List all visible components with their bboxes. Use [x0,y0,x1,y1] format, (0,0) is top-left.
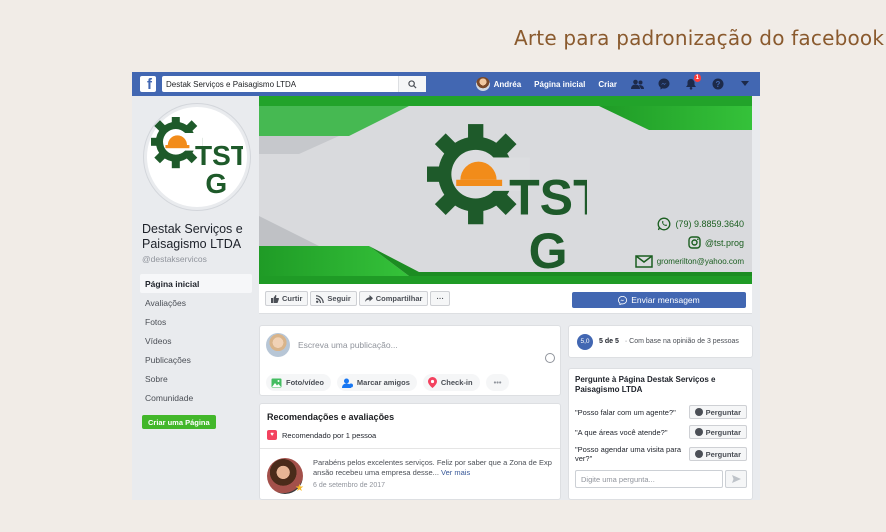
whatsapp-icon [657,217,671,230]
home-link[interactable]: Página inicial [534,80,585,89]
question-text: "A que áreas você atende?" [575,427,668,437]
share-icon [364,294,373,302]
question-input[interactable]: Digite uma pergunta... [575,470,723,488]
recommended-summary: ♥ Recomendado por 1 pessoa [267,430,376,440]
avatar [475,77,490,91]
search-icon [408,79,417,89]
ask-button[interactable]: Perguntar [688,425,747,439]
recommend-icon: ♥ [267,430,277,440]
cover-photo[interactable]: TST G (79) 9.8859.3640 @tst.prog gromeri… [259,96,752,284]
post-composer: Escreva uma publicação... Foto/vídeo Mar… [259,325,561,396]
see-more-link[interactable]: Ver mais [441,468,470,477]
emoji-icon[interactable] [545,353,555,363]
nav-item-posts[interactable]: Publicações [140,350,252,369]
review-date[interactable]: 6 de setembro de 2017 [313,482,385,489]
search-value: Destak Serviços e Paisagismo LTDA [166,79,297,89]
help-icon[interactable]: ? [711,77,725,91]
ask-button[interactable]: Perguntar [688,405,747,419]
thumbs-up-icon [271,294,279,303]
nav-item-photos[interactable]: Fotos [140,312,252,331]
instagram-icon [688,236,701,249]
photo-icon [271,378,282,387]
cover-logo-icon: TST G [427,124,587,279]
svg-text:G: G [529,223,568,279]
divider [260,448,560,449]
tag-friends-icon [341,378,353,388]
contact-email: gromerilton@yahoo.com [634,252,744,271]
company-logo-icon: TST G [151,117,243,197]
left-sidebar: TST G Destak Serviços e Paisagismo LTDA … [132,96,259,500]
post-input[interactable]: Escreva uma publicação... [298,340,398,350]
messenger-icon [618,295,628,305]
contact-instagram: @tst.prog [635,233,744,252]
search-input[interactable]: Destak Serviços e Paisagismo LTDA [162,76,426,92]
facebook-logo-icon[interactable]: f [140,76,156,92]
messenger-icon [694,450,703,458]
send-question-button[interactable] [725,470,747,488]
friends-icon[interactable] [630,77,644,91]
user-name: Andréa [493,79,522,89]
composer-more-button[interactable]: ••• [485,374,510,391]
nav-item-about[interactable]: Sobre [140,369,252,388]
question-row: "Posso agendar uma visita para ver?" Per… [575,445,747,463]
cover-contacts: (79) 9.8859.3640 @tst.prog gromerilton@y… [634,214,744,271]
location-pin-icon [427,377,437,388]
svg-text:TST: TST [509,170,587,226]
share-button[interactable]: Compartilhar [358,291,429,306]
avatar [266,333,290,357]
question-row: "Posso falar com um agente?" Perguntar [575,405,747,419]
svg-text:?: ? [716,80,721,89]
more-options-button[interactable]: ··· [430,291,450,306]
page-action-bar: Curtir Seguir Compartilhar ··· Enviar me… [259,284,752,314]
star-icon: ★ [295,483,304,494]
create-page-button[interactable]: Criar uma Página [142,415,216,429]
create-link[interactable]: Criar [598,80,617,89]
send-message-button[interactable]: Enviar mensagem [572,292,746,308]
photo-video-button[interactable]: Foto/vídeo [266,374,331,391]
ask-page-card: Pergunte à Página Destak Serviços e Pais… [568,368,753,500]
review-text: Parabéns pelos excelentes serviços. Feli… [313,458,552,477]
follow-button[interactable]: Seguir [310,291,357,306]
rss-icon [316,294,325,303]
page-handle: @destakservicos [142,254,207,264]
nav-item-home[interactable]: Página inicial [140,274,252,293]
question-text: "Posso agendar uma visita para ver?" [575,445,682,463]
nav-item-reviews[interactable]: Avaliações [140,293,252,312]
send-icon [731,475,741,483]
ask-button[interactable]: Perguntar [688,447,747,461]
rating-label: 5 de 5 [599,338,619,345]
search-button[interactable] [398,76,426,92]
facebook-page-mockup: f Destak Serviços e Paisagismo LTDA Andr… [132,72,760,500]
rating-score: 5,0 [577,333,593,350]
profile-link[interactable]: Andréa [475,77,522,91]
contact-phone: (79) 9.8859.3640 [635,214,744,233]
nav-item-community[interactable]: Comunidade [140,388,252,407]
reviews-card: Recomendações e avaliações ♥ Recomendado… [259,403,561,500]
like-button[interactable]: Curtir [265,291,309,306]
messenger-icon [694,428,703,436]
question-text: "Posso falar com um agente?" [575,407,676,417]
ask-title: Pergunte à Página Destak Serviços e Pais… [575,375,716,394]
svg-text:G: G [205,168,227,197]
rating-based-on: · Com base na opinião de 3 pessoas [624,338,739,345]
tag-friends-button[interactable]: Marcar amigos [336,374,417,391]
rating-card: 5,0 5 de 5 · Com base na opinião de 3 pe… [568,325,753,358]
notifications-icon[interactable]: 1 [684,73,702,91]
mail-icon [634,255,653,268]
checkin-button[interactable]: Check-in [422,374,480,391]
page-heading: Arte para padronização do facebook [514,26,885,50]
page-title: Destak Serviços e Paisagismo LTDA [142,222,243,251]
question-row: "A que áreas você atende?" Perguntar [575,425,747,439]
messenger-icon[interactable] [657,77,671,91]
messenger-icon [694,408,703,416]
notifications-badge: 1 [692,73,702,83]
page-nav: Página inicial Avaliações Fotos Vídeos P… [140,274,252,407]
nav-item-videos[interactable]: Vídeos [140,331,252,350]
reviews-title: Recomendações e avaliações [267,412,395,422]
profile-picture[interactable]: TST G [144,104,250,210]
svg-text:TST: TST [195,140,243,171]
top-bar: f Destak Serviços e Paisagismo LTDA Andr… [132,72,760,96]
chevron-down-icon[interactable] [738,77,752,91]
composer-actions: Foto/vídeo Marcar amigos Check-in ••• [266,374,510,391]
